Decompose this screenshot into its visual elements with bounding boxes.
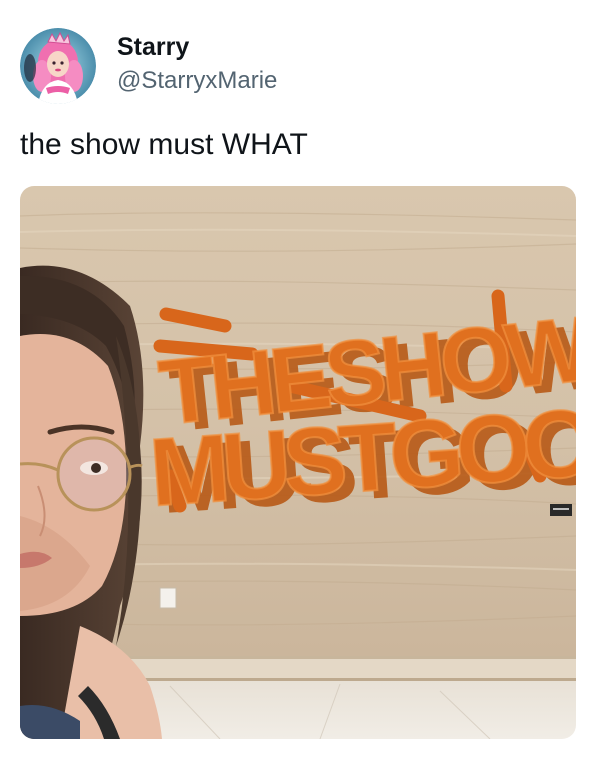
- selfie-photo-image: THESHOW MUSTGOON THESHOW MUSTGOON THESHO…: [20, 186, 576, 739]
- tweet-text: the show must WHAT: [20, 128, 308, 161]
- user-handle[interactable]: @StarryxMarie: [117, 66, 277, 96]
- display-name[interactable]: Starry: [117, 32, 189, 62]
- profile-avatar-icon: [20, 28, 96, 104]
- avatar[interactable]: [20, 28, 96, 104]
- tweet-card: Starry @StarryxMarie the show must WHAT: [0, 0, 599, 765]
- tweet-photo[interactable]: THESHOW MUSTGOON THESHOW MUSTGOON THESHO…: [20, 186, 576, 739]
